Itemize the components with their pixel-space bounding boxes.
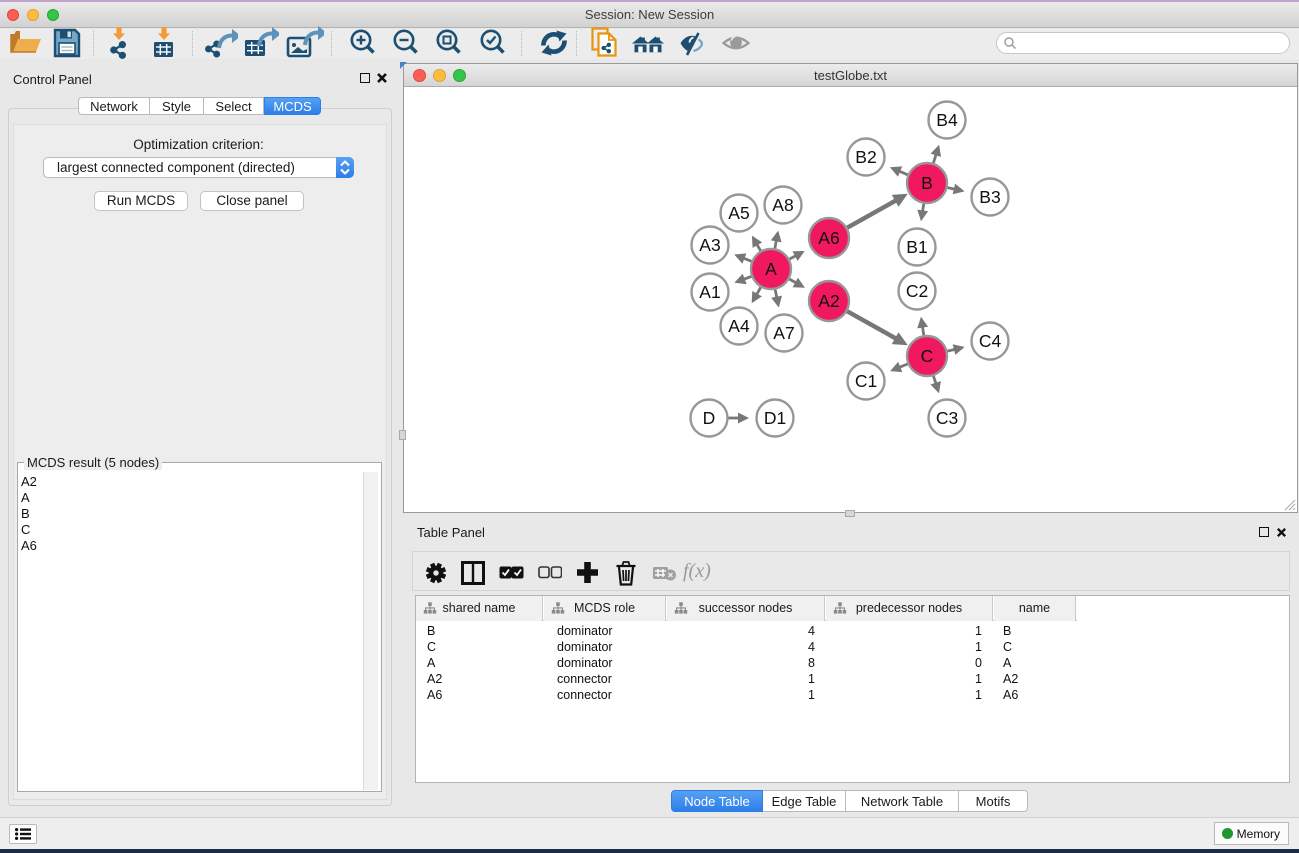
svg-text:A6: A6	[818, 228, 839, 248]
svg-text:A5: A5	[728, 203, 749, 223]
svg-text:C4: C4	[979, 331, 1002, 351]
svg-text:B1: B1	[906, 237, 927, 257]
svg-text:D1: D1	[764, 408, 786, 428]
svg-text:B3: B3	[979, 187, 1000, 207]
svg-text:D: D	[703, 408, 716, 428]
svg-text:C1: C1	[855, 371, 877, 391]
svg-text:C: C	[921, 346, 934, 366]
svg-text:C3: C3	[936, 408, 958, 428]
svg-text:A8: A8	[772, 195, 793, 215]
svg-text:B4: B4	[936, 110, 958, 130]
svg-text:A3: A3	[699, 235, 720, 255]
svg-text:A4: A4	[728, 316, 750, 336]
svg-text:A2: A2	[818, 291, 839, 311]
svg-text:A1: A1	[699, 282, 720, 302]
svg-text:A: A	[765, 259, 777, 279]
svg-text:B: B	[921, 173, 933, 193]
svg-text:B2: B2	[855, 147, 876, 167]
svg-text:C2: C2	[906, 281, 928, 301]
svg-text:A7: A7	[773, 323, 794, 343]
